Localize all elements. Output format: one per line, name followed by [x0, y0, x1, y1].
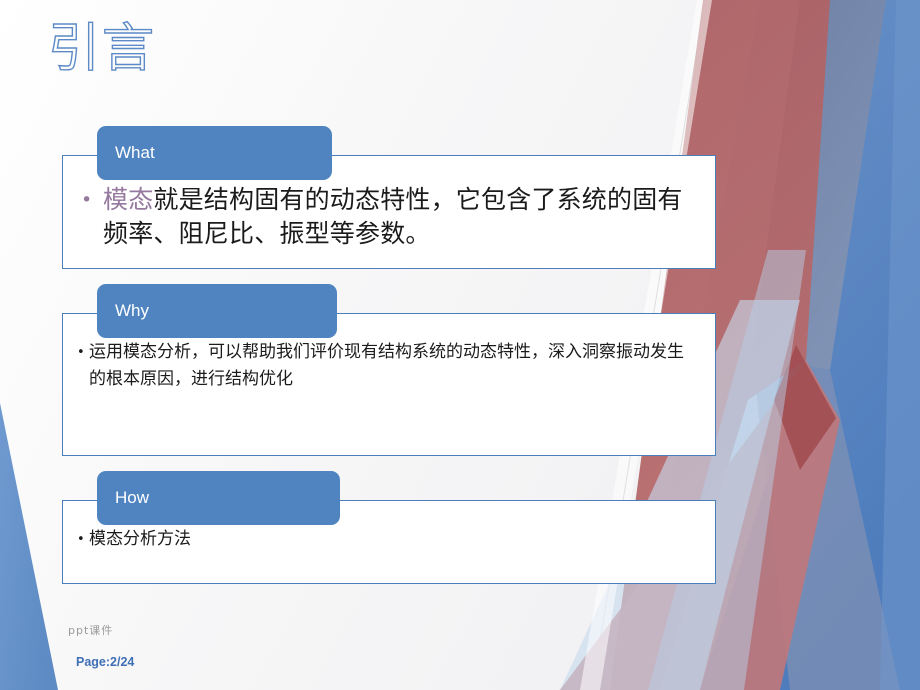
page-title: 引言	[47, 18, 157, 79]
bullet-dot-icon: •	[77, 345, 85, 360]
bullet-item: • 模态分析方法	[77, 526, 699, 553]
block-body-why: • 运用模态分析，可以帮助我们评价现有结构系统的动态特性，深入洞察振动发生的根本…	[63, 339, 715, 393]
block-header-why[interactable]: Why	[97, 284, 337, 338]
bullet-dot-icon: •	[81, 189, 93, 211]
bullet-text: 运用模态分析，可以帮助我们评价现有结构系统的动态特性，深入洞察振动发生的根本原因…	[89, 342, 684, 389]
block-header-how[interactable]: How	[97, 471, 340, 525]
presentation-slide: 引言 What • 模态就是结构固有的动态特性，它包含了系统的固有频率、阻尼比、…	[0, 0, 920, 690]
content-block-what: What • 模态就是结构固有的动态特性，它包含了系统的固有频率、阻尼比、振型等…	[62, 126, 716, 269]
bullet-text: 模态就是结构固有的动态特性，它包含了系统的固有频率、阻尼比、振型等参数。	[103, 183, 705, 251]
footer-watermark: ppt课件	[68, 624, 114, 637]
bullet-text: 模态分析方法	[89, 529, 191, 549]
highlight-term: 模态	[103, 185, 154, 214]
block-body-how: • 模态分析方法	[63, 526, 715, 553]
bullet-dot-icon: •	[77, 532, 85, 547]
bullet-text-rest: 就是结构固有的动态特性，它包含了系统的固有频率、阻尼比、振型等参数。	[103, 185, 683, 248]
bullet-item: • 模态就是结构固有的动态特性，它包含了系统的固有频率、阻尼比、振型等参数。	[81, 183, 705, 251]
bullet-item: • 运用模态分析，可以帮助我们评价现有结构系统的动态特性，深入洞察振动发生的根本…	[77, 339, 699, 393]
block-header-what[interactable]: What	[97, 126, 332, 180]
block-body-what: • 模态就是结构固有的动态特性，它包含了系统的固有频率、阻尼比、振型等参数。	[63, 183, 715, 251]
content-block-why: Why • 运用模态分析，可以帮助我们评价现有结构系统的动态特性，深入洞察振动发…	[62, 284, 716, 456]
page-number-label: Page:2/24	[76, 655, 135, 669]
content-block-how: How • 模态分析方法	[62, 471, 716, 584]
